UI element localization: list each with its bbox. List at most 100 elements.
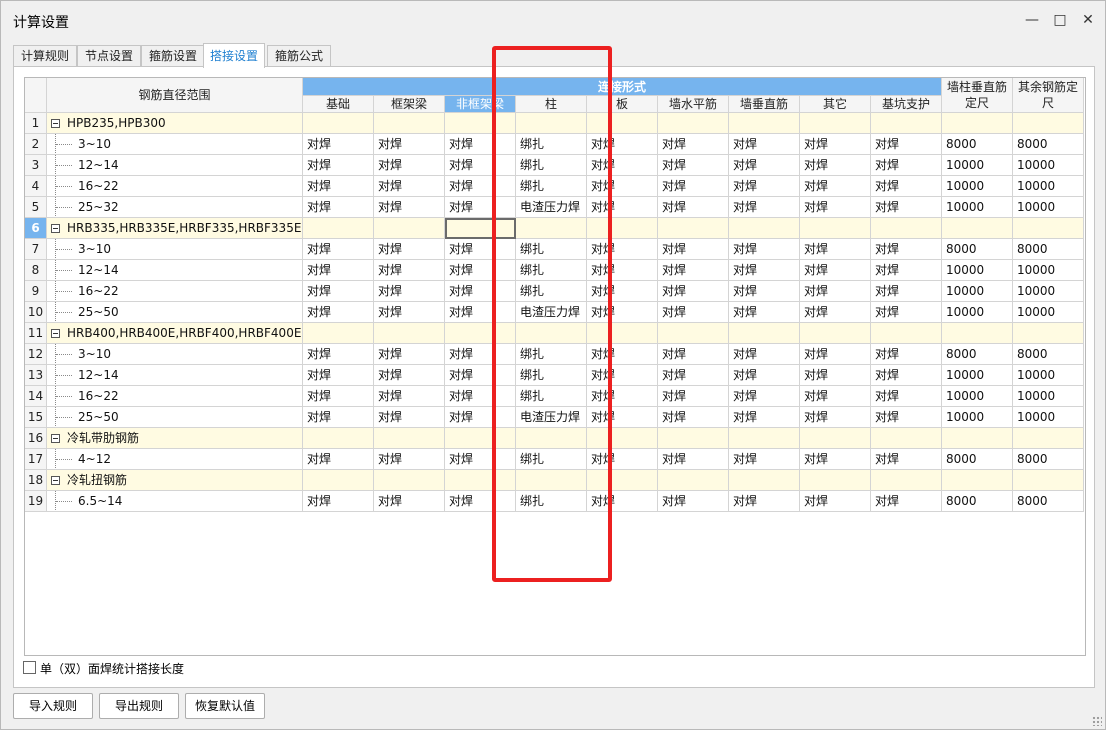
table-cell[interactable] <box>303 470 374 491</box>
column-header-1[interactable]: 框架梁 <box>374 96 445 113</box>
table-cell[interactable] <box>516 113 587 134</box>
column-header-range[interactable]: 钢筋直径范围 <box>47 78 303 113</box>
table-cell[interactable] <box>587 470 658 491</box>
range-row-label[interactable]: 12~14 <box>47 260 303 281</box>
table-cell[interactable] <box>445 428 516 449</box>
table-cell[interactable]: 对焊 <box>800 302 871 323</box>
table-cell[interactable]: 对焊 <box>871 344 942 365</box>
tab-node-settings[interactable]: 节点设置 <box>77 45 141 67</box>
table-cell[interactable]: 对焊 <box>800 407 871 428</box>
row-number[interactable]: 12 <box>25 344 47 365</box>
table-cell[interactable]: 对焊 <box>374 176 445 197</box>
table-cell[interactable] <box>1013 470 1084 491</box>
table-cell[interactable]: 对焊 <box>729 407 800 428</box>
table-cell[interactable]: 对焊 <box>445 491 516 512</box>
row-number[interactable]: 19 <box>25 491 47 512</box>
table-cell[interactable]: 对焊 <box>658 134 729 155</box>
column-header-2[interactable]: 非框架梁 <box>445 96 516 113</box>
table-cell[interactable]: 对焊 <box>445 281 516 302</box>
table-cell[interactable]: 对焊 <box>729 260 800 281</box>
table-cell[interactable] <box>516 428 587 449</box>
range-row-label[interactable]: 25~32 <box>47 197 303 218</box>
table-cell[interactable] <box>800 113 871 134</box>
table-cell[interactable] <box>374 113 445 134</box>
table-cell[interactable]: 对焊 <box>729 239 800 260</box>
column-header-extra-1[interactable]: 其余钢筋定尺 <box>1013 78 1084 113</box>
table-cell[interactable]: 对焊 <box>871 239 942 260</box>
table-cell[interactable]: 对焊 <box>374 365 445 386</box>
table-cell[interactable]: 绑扎 <box>516 281 587 302</box>
collapse-icon[interactable] <box>51 329 60 338</box>
table-cell[interactable]: 10000 <box>1013 197 1084 218</box>
column-header-6[interactable]: 墙垂直筋 <box>729 96 800 113</box>
table-cell[interactable]: 对焊 <box>374 491 445 512</box>
table-cell[interactable]: 对焊 <box>800 197 871 218</box>
table-cell[interactable]: 对焊 <box>587 491 658 512</box>
table-cell[interactable]: 对焊 <box>374 197 445 218</box>
table-cell[interactable]: 对焊 <box>303 365 374 386</box>
table-cell[interactable] <box>729 218 800 239</box>
table-cell[interactable] <box>303 218 374 239</box>
minimize-icon[interactable]: — <box>1023 11 1041 29</box>
table-cell[interactable]: 对焊 <box>587 239 658 260</box>
table-cell[interactable]: 对焊 <box>729 491 800 512</box>
table-cell[interactable] <box>658 218 729 239</box>
table-cell[interactable]: 10000 <box>942 365 1013 386</box>
table-cell[interactable]: 对焊 <box>800 491 871 512</box>
table-cell[interactable]: 电渣压力焊 <box>516 407 587 428</box>
table-cell[interactable]: 对焊 <box>871 302 942 323</box>
table-cell[interactable] <box>871 470 942 491</box>
table-cell[interactable]: 对焊 <box>800 176 871 197</box>
table-cell[interactable]: 对焊 <box>729 365 800 386</box>
table-cell[interactable]: 对焊 <box>587 407 658 428</box>
group-row-label[interactable]: 冷轧带肋钢筋 <box>47 428 303 449</box>
column-header-extra-0[interactable]: 墙柱垂直筋定尺 <box>942 78 1013 113</box>
table-cell[interactable]: 对焊 <box>445 344 516 365</box>
collapse-icon[interactable] <box>51 434 60 443</box>
table-cell[interactable]: 对焊 <box>658 155 729 176</box>
table-cell[interactable]: 对焊 <box>729 449 800 470</box>
table-cell[interactable]: 对焊 <box>658 365 729 386</box>
group-row-label[interactable]: HPB235,HPB300 <box>47 113 303 134</box>
table-cell[interactable]: 对焊 <box>871 155 942 176</box>
column-header-0[interactable]: 基础 <box>303 96 374 113</box>
table-cell[interactable] <box>871 323 942 344</box>
table-cell[interactable]: 10000 <box>1013 176 1084 197</box>
table-cell[interactable]: 对焊 <box>303 260 374 281</box>
table-cell[interactable]: 对焊 <box>374 155 445 176</box>
table-cell[interactable]: 绑扎 <box>516 491 587 512</box>
table-cell[interactable]: 绑扎 <box>516 260 587 281</box>
collapse-icon[interactable] <box>51 119 60 128</box>
table-cell[interactable]: 对焊 <box>303 302 374 323</box>
resize-grip[interactable] <box>1092 716 1102 726</box>
column-header-5[interactable]: 墙水平筋 <box>658 96 729 113</box>
table-cell[interactable]: 对焊 <box>303 281 374 302</box>
table-cell[interactable]: 对焊 <box>871 449 942 470</box>
range-row-label[interactable]: 25~50 <box>47 407 303 428</box>
table-cell[interactable]: 10000 <box>942 407 1013 428</box>
row-number[interactable]: 8 <box>25 260 47 281</box>
table-cell[interactable]: 8000 <box>1013 239 1084 260</box>
table-cell[interactable]: 对焊 <box>800 344 871 365</box>
table-cell[interactable]: 10000 <box>942 176 1013 197</box>
table-cell[interactable]: 10000 <box>942 302 1013 323</box>
table-cell[interactable]: 对焊 <box>445 239 516 260</box>
column-header-8[interactable]: 基坑支护 <box>871 96 942 113</box>
table-cell[interactable]: 对焊 <box>658 302 729 323</box>
range-row-label[interactable]: 4~12 <box>47 449 303 470</box>
table-cell[interactable]: 对焊 <box>658 281 729 302</box>
table-cell[interactable]: 对焊 <box>587 260 658 281</box>
range-row-label[interactable]: 16~22 <box>47 281 303 302</box>
table-cell[interactable] <box>303 113 374 134</box>
table-cell[interactable]: 绑扎 <box>516 134 587 155</box>
row-number[interactable]: 2 <box>25 134 47 155</box>
table-cell[interactable]: 对焊 <box>587 155 658 176</box>
table-cell[interactable] <box>374 218 445 239</box>
table-cell[interactable]: 对焊 <box>374 344 445 365</box>
table-cell[interactable] <box>516 470 587 491</box>
table-cell[interactable] <box>942 428 1013 449</box>
table-cell[interactable]: 绑扎 <box>516 386 587 407</box>
tab-lap-settings[interactable]: 搭接设置 <box>203 43 265 68</box>
table-cell[interactable]: 对焊 <box>374 260 445 281</box>
table-cell[interactable]: 对焊 <box>729 302 800 323</box>
